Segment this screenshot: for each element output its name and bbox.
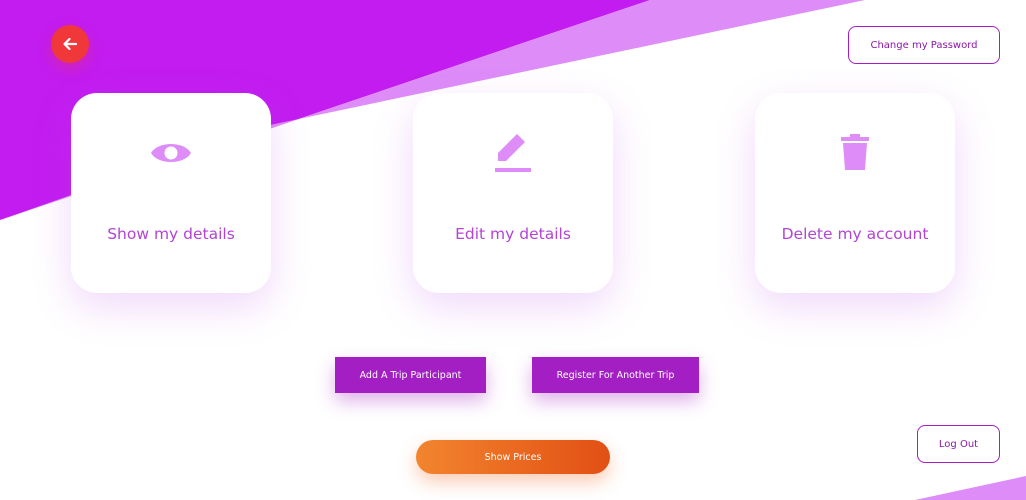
edit-details-label: Edit my details <box>455 225 571 243</box>
delete-account-card[interactable]: Delete my account <box>755 93 955 293</box>
back-button[interactable] <box>51 25 89 63</box>
log-out-button[interactable]: Log Out <box>917 425 1000 463</box>
add-trip-participant-button[interactable]: Add A Trip Participant <box>335 357 486 393</box>
trash-icon <box>839 133 871 173</box>
edit-details-card[interactable]: Edit my details <box>413 93 613 293</box>
register-another-trip-button[interactable]: Register For Another Trip <box>532 357 699 393</box>
pencil-icon <box>492 133 534 173</box>
show-prices-button[interactable]: Show Prices <box>416 440 610 474</box>
delete-account-label: Delete my account <box>781 225 929 243</box>
arrow-left-icon <box>63 37 78 51</box>
show-details-label: Show my details <box>107 225 235 243</box>
show-details-card[interactable]: Show my details <box>71 93 271 293</box>
eye-icon <box>150 133 192 173</box>
change-password-button[interactable]: Change my Password <box>848 26 1000 64</box>
